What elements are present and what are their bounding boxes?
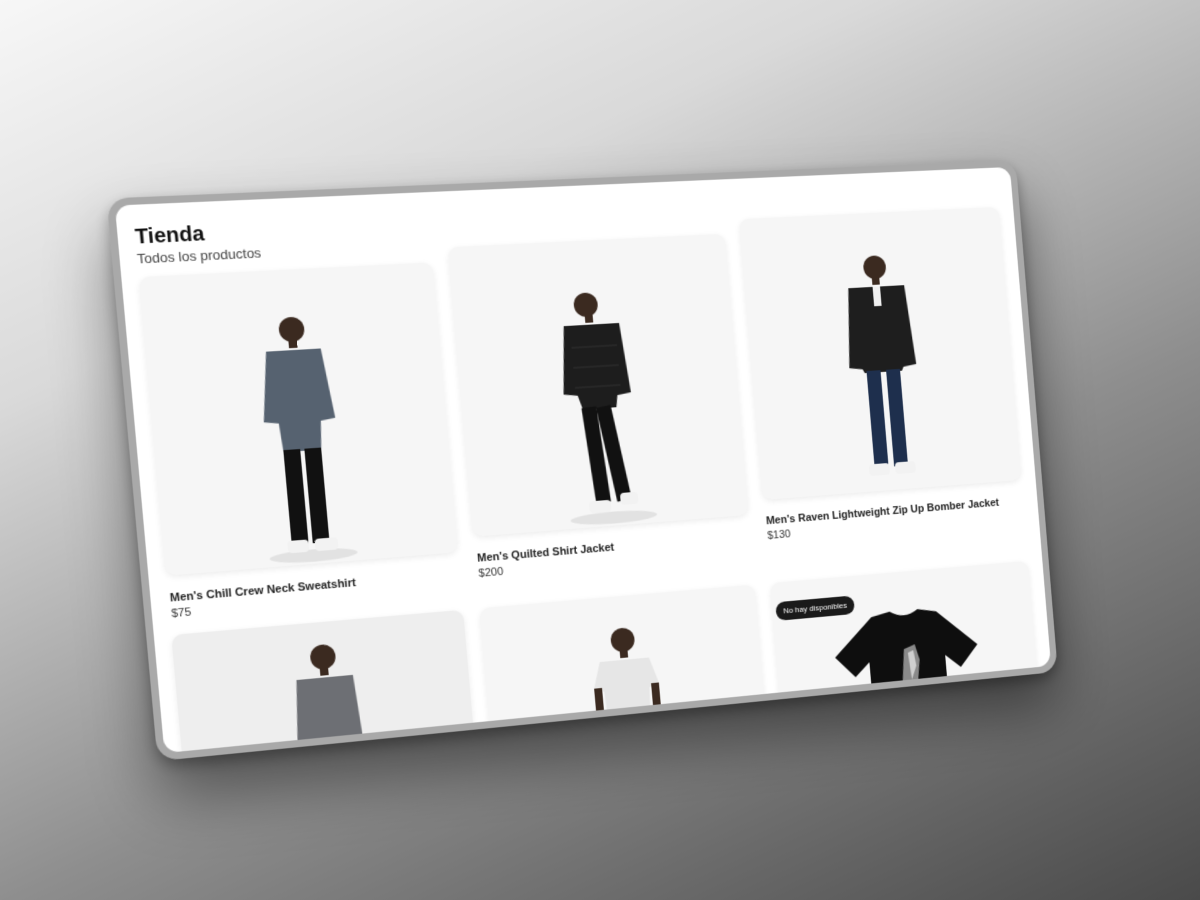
model-black-quilted-jacket-figure: [557, 292, 658, 527]
black-tee-raven-print-icon: [831, 603, 985, 743]
product-image-bomber-jacket[interactable]: [738, 206, 1022, 501]
model-black-bomber-jacket-figure: [842, 255, 918, 477]
product-image-black-tee[interactable]: [769, 560, 1042, 750]
product-image-grey-long-sleeve[interactable]: [171, 609, 479, 754]
product-card[interactable]: [171, 609, 479, 754]
product-card[interactable]: No hay disponibles: [769, 560, 1042, 750]
store-screen: Tienda Todos los productos Men's Chill C…: [114, 167, 1052, 754]
model-white-tee-figure: [591, 626, 664, 754]
product-card[interactable]: Men's Quilted Shirt Jacket $200: [447, 233, 753, 594]
device-frame: Tienda Todos los productos Men's Chill C…: [106, 160, 1058, 762]
model-grey-long-sleeve-figure: [289, 643, 368, 754]
product-image-grey-sweatshirt[interactable]: [138, 262, 459, 576]
product-image-quilted-jacket[interactable]: [447, 233, 749, 537]
product-image-white-tee[interactable]: [479, 584, 769, 754]
product-grid: Men's Chill Crew Neck Sweatshirt $75 Men…: [136, 206, 1042, 754]
product-card[interactable]: Men's Raven Lightweight Zip Up Bomber Ja…: [738, 206, 1026, 570]
product-card[interactable]: Men's Chill Crew Neck Sweatshirt $75: [138, 262, 462, 620]
model-grey-sweatshirt-figure: [257, 316, 358, 566]
product-card[interactable]: [479, 584, 769, 754]
